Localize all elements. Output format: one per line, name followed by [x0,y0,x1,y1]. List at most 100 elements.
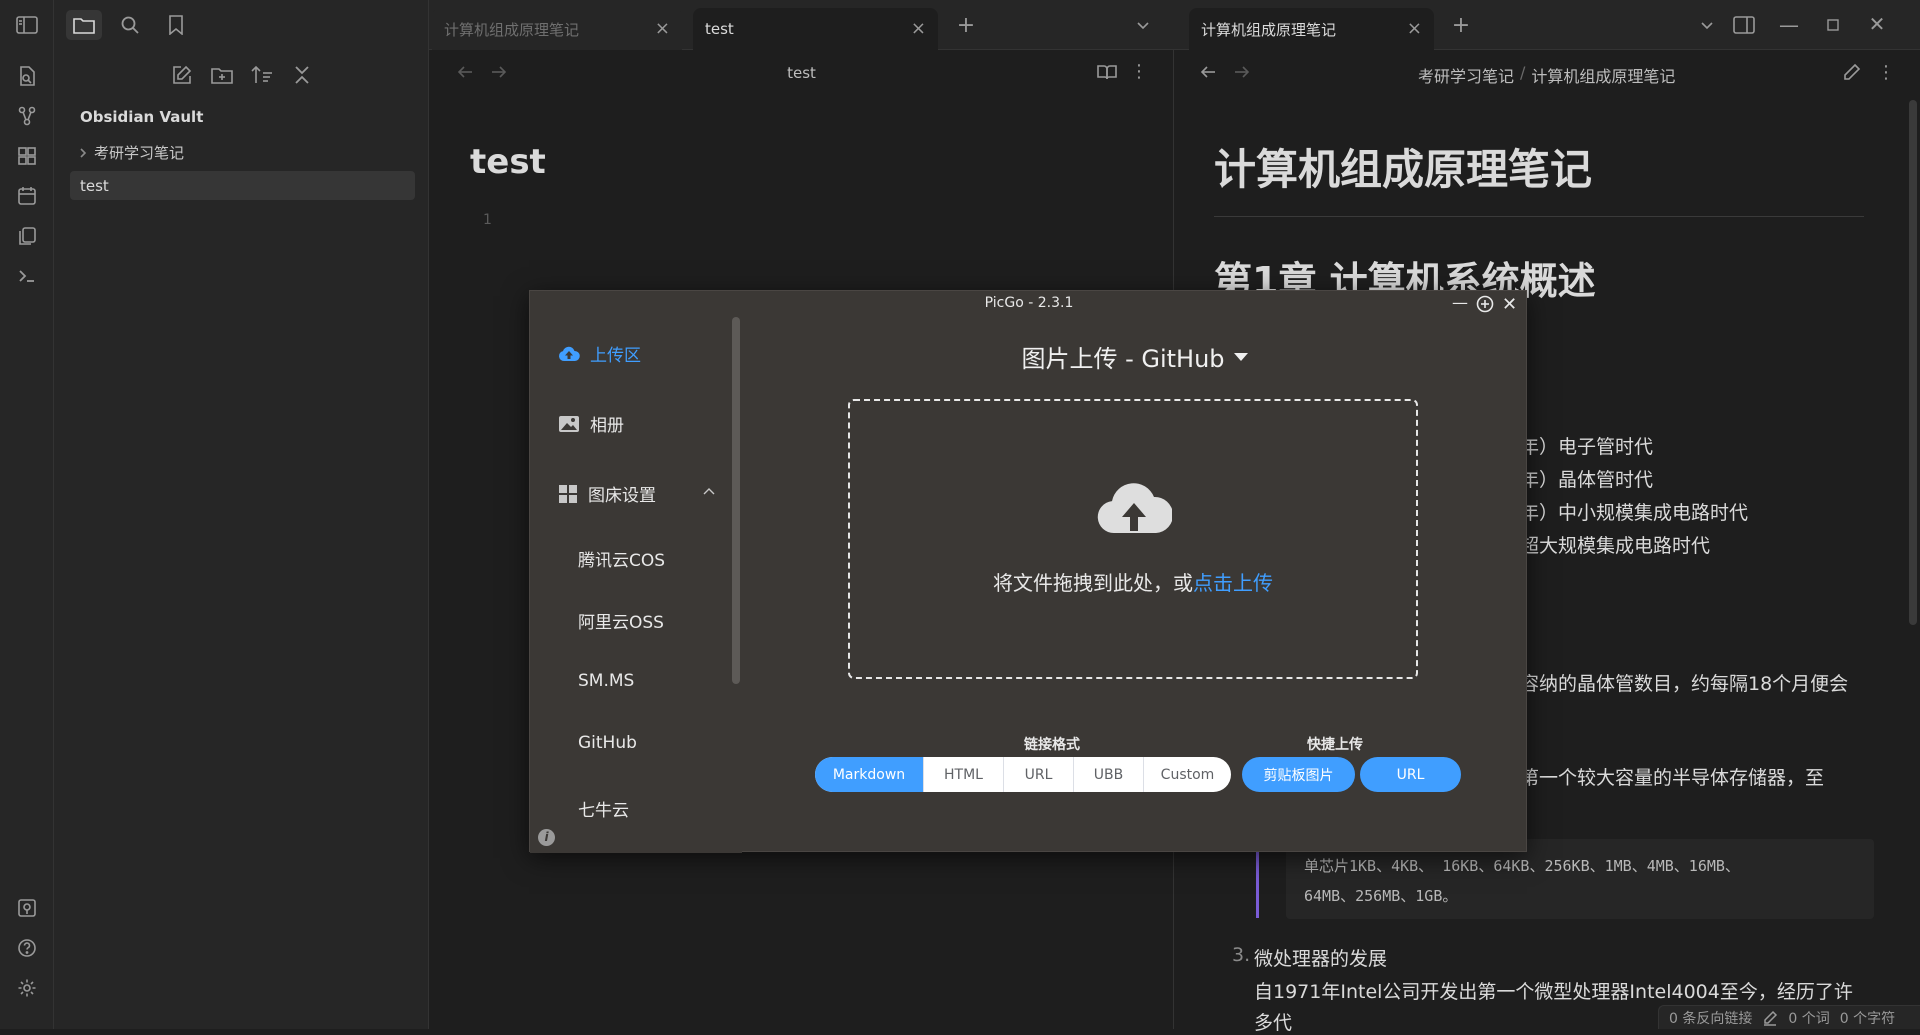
cloud-upload-icon [1096,477,1172,535]
sort-icon[interactable] [249,62,275,88]
help-icon[interactable] [14,935,40,961]
info-icon[interactable]: i [538,829,555,846]
forward-arrow-icon[interactable] [1232,62,1252,82]
chevron-down-icon[interactable] [1133,16,1153,36]
back-arrow-icon[interactable] [1198,62,1218,82]
url-upload-button[interactable]: URL [1360,757,1461,792]
close-icon[interactable]: × [911,20,926,38]
format-markdown[interactable]: Markdown [815,757,923,792]
graph-view-icon[interactable] [14,103,40,129]
vault-name[interactable]: Obsidian Vault [80,108,203,126]
picbed-aliyun-oss[interactable]: 阿里云OSS [578,608,664,633]
close-icon[interactable]: × [1407,20,1422,38]
picbed-github[interactable]: GitHub [578,733,637,753]
menu-album[interactable]: 相册 [558,411,624,436]
folder-icon[interactable] [66,10,102,40]
status-bar: 0 条反向链接 0 个词 0 个字符 [1658,1005,1920,1029]
templates-icon[interactable] [14,223,40,249]
view-header-title[interactable]: test [429,64,1174,82]
menu-upload[interactable]: 上传区 [558,341,641,366]
code-line: 64MB、256MB、1GB。 [1304,881,1856,911]
picbed-smms[interactable]: SM.MS [578,671,634,691]
picgo-sidebar: 上传区 相册 图床设置 腾讯云COS 阿里云OSS SM.MS GitHub 七… [530,291,742,853]
pin-icon[interactable] [1476,295,1494,313]
file-explorer-sidebar: Obsidian Vault 考研学习笔记 test [54,0,429,1029]
format-html[interactable]: HTML [923,757,1003,792]
drop-zone[interactable]: 将文件拖拽到此处，或点击上传 [848,399,1418,679]
more-options-icon[interactable]: ⋮ [1132,60,1146,84]
click-upload-link[interactable]: 点击上传 [1193,571,1273,595]
new-tab-icon[interactable]: + [1450,14,1472,36]
picbed-tencent-cos[interactable]: 腾讯云COS [578,546,665,571]
note-title[interactable]: test [470,142,546,182]
sidebar-toggle-icon[interactable] [14,12,40,38]
caret-down-icon [1233,352,1249,362]
canvas-icon[interactable] [14,143,40,169]
backlinks-count[interactable]: 0 条反向链接 [1669,1008,1752,1028]
close-icon[interactable]: × [655,20,670,38]
breadcrumb-note[interactable]: 计算机组成原理笔记 [1531,63,1675,87]
text-line: 第一个较大容量的半导体存储器，至 [1520,763,1824,790]
right-sidebar-toggle-icon[interactable] [1732,14,1756,36]
code-line: 单芯片1KB、4KB、 16KB、64KB、256KB、1MB、4MB、16MB… [1304,851,1856,881]
paragraph-line: 自1971年Intel公司开发出第一个微型处理器Intel4004至今，经历了许 [1254,977,1853,1004]
chevron-up-icon[interactable] [702,481,716,501]
new-folder-icon[interactable] [209,62,235,88]
format-custom[interactable]: Custom [1143,757,1231,792]
bookmark-icon[interactable] [158,10,194,40]
grid-icon [558,484,578,504]
text-line: 年）晶体管时代 [1520,465,1653,492]
ribbon [0,0,54,1029]
command-palette-icon[interactable] [14,263,40,289]
window-close-icon[interactable]: ✕ [1866,12,1888,36]
upload-title: 图片上传 - GitHub [1021,339,1224,374]
breadcrumb-separator: / [1520,63,1525,87]
collapse-all-icon[interactable] [289,62,315,88]
more-options-icon[interactable]: ⋮ [1879,60,1893,84]
vault-switcher-icon[interactable] [14,895,40,921]
menu-label: 相册 [590,411,624,436]
minimize-icon[interactable]: — [1452,293,1470,313]
edit-pencil-icon[interactable] [1842,62,1862,82]
chevron-down-icon[interactable] [1697,16,1717,36]
text-line: 超大规模集成电路时代 [1520,531,1710,558]
calendar-icon[interactable] [14,183,40,209]
tab-computer-organization-notes[interactable]: 计算机组成原理笔记 × [1189,8,1434,50]
list-item: 微处理器的发展 [1254,944,1387,971]
upload-title-dropdown[interactable]: 图片上传 - GitHub [742,339,1528,374]
tree-file-item[interactable]: test [70,171,415,200]
new-note-icon[interactable] [169,62,195,88]
heading-1: 计算机组成原理笔记 [1214,136,1592,197]
tree-folder-label: 考研学习笔记 [94,142,184,163]
heading-divider [1214,216,1864,217]
tree-folder-item[interactable]: 考研学习笔记 [70,138,415,167]
format-ubb[interactable]: UBB [1073,757,1143,792]
link-format-label: 链接格式 [992,734,1112,754]
image-icon [558,415,580,433]
menu-picbed-settings[interactable]: 图床设置 [558,481,656,506]
quick-upload-label: 快捷上传 [1285,734,1385,754]
clipboard-upload-button[interactable]: 剪贴板图片 [1242,757,1355,792]
paragraph-line: 多代 [1254,1008,1292,1035]
tab-test[interactable]: test × [693,8,938,50]
new-tab-icon[interactable]: + [955,14,977,36]
settings-gear-icon[interactable] [14,975,40,1001]
reading-view-book-icon[interactable] [1096,62,1118,82]
tab-computer-organization-notes[interactable]: 计算机组成原理笔记 × [432,8,682,50]
minimize-icon[interactable]: — [1778,14,1800,36]
breadcrumb: 考研学习笔记 / 计算机组成原理笔记 [1418,63,1675,87]
close-icon[interactable]: ✕ [1502,294,1520,314]
format-url[interactable]: URL [1003,757,1073,792]
maximize-icon[interactable] [1822,14,1844,36]
scrollbar-thumb[interactable] [1909,100,1917,625]
link-format-group: Markdown HTML URL UBB Custom [815,757,1231,792]
right-tab-bar: 计算机组成原理笔记 × + — ✕ [1174,0,1920,50]
picbed-qiniu[interactable]: 七牛云 [578,796,629,821]
quick-switcher-icon[interactable] [14,63,40,89]
tab-label: 计算机组成原理笔记 [1201,19,1336,40]
edit-pencil-icon[interactable] [1762,1010,1778,1026]
breadcrumb-folder[interactable]: 考研学习笔记 [1418,63,1514,87]
scrollbar-thumb[interactable] [732,317,740,684]
char-count: 0 个字符 [1840,1008,1895,1028]
search-icon[interactable] [112,10,148,40]
